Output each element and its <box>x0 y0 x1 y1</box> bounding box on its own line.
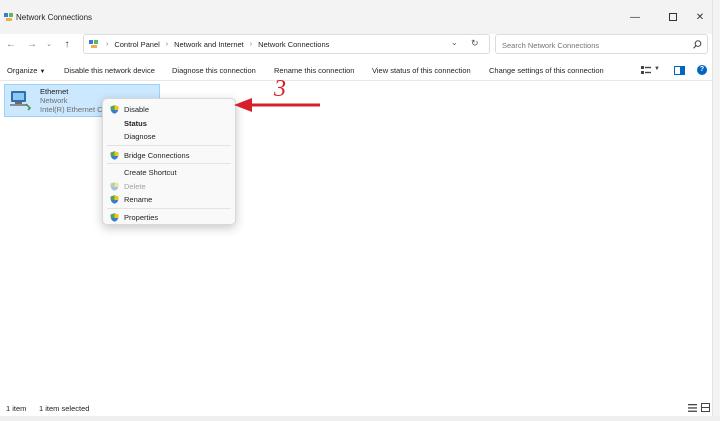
breadcrumb-network-connections[interactable]: Network Connections <box>258 40 329 49</box>
annotation-arrow: 3 <box>234 76 320 112</box>
search-icon[interactable] <box>693 40 702 49</box>
menu-separator <box>107 208 231 209</box>
address-bar[interactable]: › Control Panel › Network and Internet ›… <box>83 34 490 54</box>
preview-pane-icon[interactable] <box>674 66 685 75</box>
caret-down-icon[interactable]: ▼ <box>654 66 660 72</box>
selection-count: 1 item selected <box>39 404 90 413</box>
disable-device-button[interactable]: Disable this network device <box>64 66 155 75</box>
context-menu: Disable Status Diagnose Bridge Connectio… <box>102 98 236 225</box>
network-adapter-icon <box>10 91 32 111</box>
arrow-up-icon: ↑ <box>64 38 70 50</box>
title-bar: Network Connections — ✕ <box>0 0 712 34</box>
up-button[interactable]: ↑ <box>60 37 74 51</box>
item-type: Network <box>40 96 68 105</box>
maximize-icon <box>669 13 677 21</box>
search-box[interactable] <box>495 34 708 54</box>
large-icons-view-icon[interactable] <box>701 403 710 412</box>
recent-locations-button[interactable]: ⌄ <box>42 37 56 51</box>
menu-item-rename[interactable]: Rename <box>124 195 152 204</box>
menu-item-create-shortcut[interactable]: Create Shortcut <box>124 168 177 177</box>
change-settings-button[interactable]: Change settings of this connection <box>489 66 604 75</box>
chevron-down-icon: ⌄ <box>46 41 52 48</box>
menu-separator <box>107 163 231 164</box>
minimize-button[interactable]: — <box>625 8 645 26</box>
uac-shield-icon <box>110 213 119 222</box>
details-view-icon[interactable] <box>688 404 697 412</box>
arrow-right-icon: → <box>27 38 37 50</box>
window-title: Network Connections <box>16 13 93 22</box>
network-connections-app-icon <box>4 13 13 21</box>
close-icon: ✕ <box>695 11 705 23</box>
organize-button[interactable]: Organize ▼ <box>7 66 45 75</box>
menu-item-diagnose[interactable]: Diagnose <box>124 132 156 141</box>
forward-button[interactable]: → <box>25 37 39 51</box>
menu-item-bridge-connections[interactable]: Bridge Connections <box>124 151 189 160</box>
item-name: Ethernet <box>40 87 69 96</box>
refresh-icon[interactable]: ↻ <box>471 38 479 49</box>
menu-item-status[interactable]: Status <box>124 119 147 128</box>
breadcrumb-network-and-internet[interactable]: Network and Internet <box>174 40 244 49</box>
maximize-button[interactable] <box>663 8 683 26</box>
back-button[interactable]: ← <box>4 37 18 51</box>
view-status-button[interactable]: View status of this connection <box>372 66 471 75</box>
menu-item-delete: Delete <box>124 182 146 191</box>
command-bar: Organize ▼ Disable this network device D… <box>0 62 712 81</box>
search-input[interactable] <box>500 38 684 52</box>
minimize-icon: — <box>630 11 640 23</box>
control-panel-icon <box>89 40 98 48</box>
organize-label: Organize <box>7 66 38 75</box>
menu-item-properties[interactable]: Properties <box>124 213 158 222</box>
background-window-edge <box>712 0 720 421</box>
uac-shield-icon <box>110 195 119 204</box>
caret-down-icon: ▼ <box>39 69 46 75</box>
uac-shield-icon <box>110 105 119 114</box>
view-options-icon[interactable] <box>641 66 651 75</box>
chevron-right-icon: › <box>165 41 169 48</box>
help-icon[interactable]: ? <box>697 65 707 75</box>
uac-shield-icon <box>110 182 119 191</box>
taskbar-edge <box>0 416 720 421</box>
breadcrumb: › Control Panel › Network and Internet ›… <box>106 40 329 49</box>
close-button[interactable]: ✕ <box>690 8 710 26</box>
menu-item-disable[interactable]: Disable <box>124 105 149 114</box>
chevron-right-icon: › <box>106 41 109 48</box>
explorer-window: Network Connections — ✕ ← → ⌄ ↑ › Contro… <box>0 0 712 416</box>
status-bar: 1 item 1 item selected <box>0 400 712 416</box>
uac-shield-icon <box>110 151 119 160</box>
menu-separator <box>107 145 231 146</box>
annotation-step-number: 3 <box>273 76 286 102</box>
breadcrumb-control-panel[interactable]: Control Panel <box>114 40 159 49</box>
address-dropdown-icon[interactable]: ⌄ <box>451 38 458 47</box>
item-count: 1 item <box>6 404 27 413</box>
arrow-left-icon: ← <box>6 38 16 50</box>
item-adapter: Intel(R) Ethernet Co <box>40 105 107 114</box>
chevron-right-icon: › <box>249 41 253 48</box>
